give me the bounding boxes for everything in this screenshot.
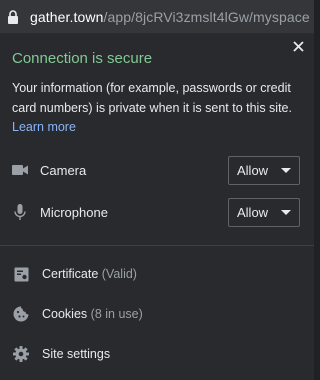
- certificate-icon: [12, 265, 30, 283]
- microphone-icon: [12, 204, 28, 220]
- connection-description: Your information (for example, passwords…: [12, 81, 292, 115]
- permission-label-camera: Camera: [40, 162, 87, 178]
- camera-permission-value: Allow: [237, 162, 269, 178]
- close-icon[interactable]: [290, 38, 306, 54]
- address-bar[interactable]: gather.town/app/8jcRVi3zmslt4lGw/myspace: [0, 0, 314, 34]
- cookie-icon: [12, 305, 30, 323]
- divider: [0, 245, 314, 246]
- url-path: /app/8jcRVi3zmslt4lGw/myspace: [103, 8, 310, 25]
- camera-permission-select[interactable]: Allow: [228, 155, 300, 185]
- chevron-down-icon: [281, 167, 291, 173]
- microphone-permission-select[interactable]: Allow: [228, 197, 300, 227]
- site-settings-label: Site settings: [42, 347, 111, 361]
- site-settings-row[interactable]: Site settings: [0, 340, 314, 368]
- url-host: gather.town: [30, 8, 104, 25]
- permission-row-microphone: Microphone Allow: [0, 197, 314, 227]
- permission-label-microphone: Microphone: [40, 204, 108, 220]
- cookies-text: Cookies: [42, 307, 88, 321]
- camera-icon: [12, 162, 28, 178]
- cookies-label: Cookies (8 in use): [42, 307, 143, 321]
- lock-icon[interactable]: [6, 9, 20, 24]
- cookies-row[interactable]: Cookies (8 in use): [0, 300, 314, 328]
- certificate-text: Certificate: [42, 267, 99, 281]
- certificate-status: (Valid): [101, 267, 137, 281]
- permission-row-camera: Camera Allow: [0, 155, 314, 185]
- url-text[interactable]: gather.town/app/8jcRVi3zmslt4lGw/myspace: [30, 9, 310, 25]
- connection-status-title: Connection is secure: [12, 50, 153, 67]
- chevron-down-icon: [281, 209, 291, 215]
- microphone-permission-value: Allow: [237, 204, 269, 220]
- certificate-row[interactable]: Certificate (Valid): [0, 260, 314, 288]
- learn-more-link[interactable]: Learn more: [12, 120, 76, 134]
- site-info-popup: Connection is secure Your information (f…: [0, 34, 314, 380]
- gear-icon: [12, 345, 30, 363]
- cookies-count: (8 in use): [90, 307, 143, 321]
- certificate-label: Certificate (Valid): [42, 267, 137, 281]
